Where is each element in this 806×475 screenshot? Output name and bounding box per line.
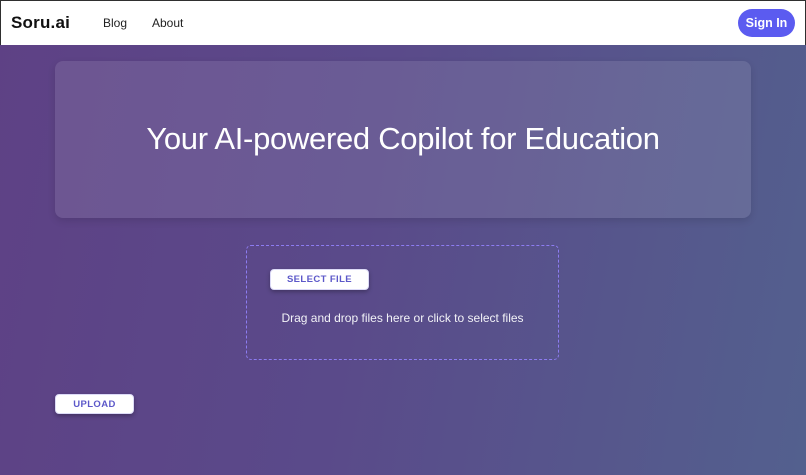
nav-link-blog[interactable]: Blog (103, 16, 127, 30)
select-file-button[interactable]: SELECT FILE (270, 269, 369, 290)
dropzone-hint: Drag and drop files here or click to sel… (281, 311, 524, 325)
navbar: Soru.ai Blog About Sign In (0, 0, 806, 45)
hero-title: Your AI-powered Copilot for Education (146, 121, 660, 156)
brand-logo[interactable]: Soru.ai (11, 13, 70, 33)
upload-button[interactable]: UPLOAD (55, 394, 134, 414)
hero-card: Your AI-powered Copilot for Education (55, 61, 751, 218)
file-dropzone[interactable]: SELECT FILE Drag and drop files here or … (246, 245, 559, 360)
nav-link-about[interactable]: About (152, 16, 183, 30)
sign-in-button[interactable]: Sign In (738, 9, 795, 37)
